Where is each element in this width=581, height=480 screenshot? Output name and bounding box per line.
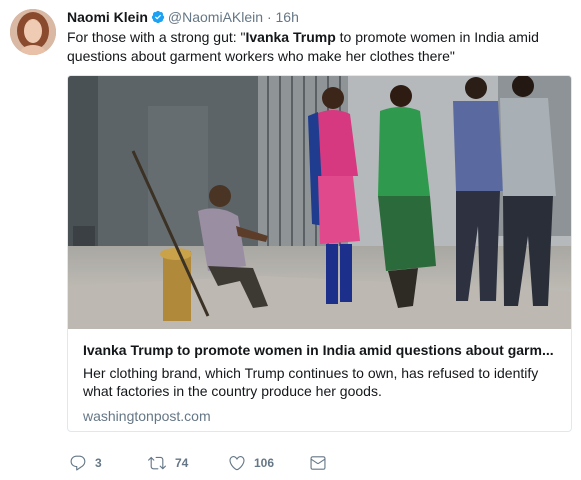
author-handle[interactable]: @NaomiAKlein [168, 9, 263, 25]
tweet-timestamp[interactable]: 16h [276, 9, 299, 25]
like-button[interactable]: 106 [228, 452, 274, 474]
tweet-text-prefix: For those with a strong gut: " [67, 29, 246, 45]
card-title[interactable]: Ivanka Trump to promote women in India a… [83, 341, 563, 359]
author-name[interactable]: Naomi Klein [67, 9, 148, 25]
tweet-text-bold: Ivanka Trump [245, 29, 336, 45]
card-domain[interactable]: washingtonpost.com [83, 407, 563, 425]
heart-icon [228, 454, 246, 472]
retweet-button[interactable]: 74 [147, 452, 188, 474]
avatar[interactable] [10, 9, 56, 55]
tweet-header: Naomi Klein @NaomiAKlein · 16h [67, 8, 299, 28]
reply-icon [69, 454, 87, 472]
card-description: Her clothing brand, which Trump continue… [83, 365, 539, 399]
like-count: 106 [254, 456, 275, 470]
direct-message-button[interactable] [309, 452, 327, 474]
retweet-count: 74 [175, 456, 189, 470]
tweet-text: For those with a strong gut: "Ivanka Tru… [67, 28, 572, 66]
card-text: Ivanka Trump to promote women in India a… [83, 341, 563, 425]
envelope-icon [309, 454, 327, 472]
card-image[interactable] [68, 76, 571, 329]
tweet: Naomi Klein @NaomiAKlein · 16h For those … [0, 0, 581, 480]
verified-badge-icon [151, 10, 165, 28]
reply-button[interactable]: 3 [69, 452, 102, 474]
tweet-actions: 3 74 106 [67, 452, 572, 474]
reply-count: 3 [95, 456, 102, 470]
retweet-icon [147, 454, 167, 472]
link-card[interactable]: Ivanka Trump to promote women in India a… [67, 75, 572, 432]
separator-dot: · [266, 9, 272, 25]
